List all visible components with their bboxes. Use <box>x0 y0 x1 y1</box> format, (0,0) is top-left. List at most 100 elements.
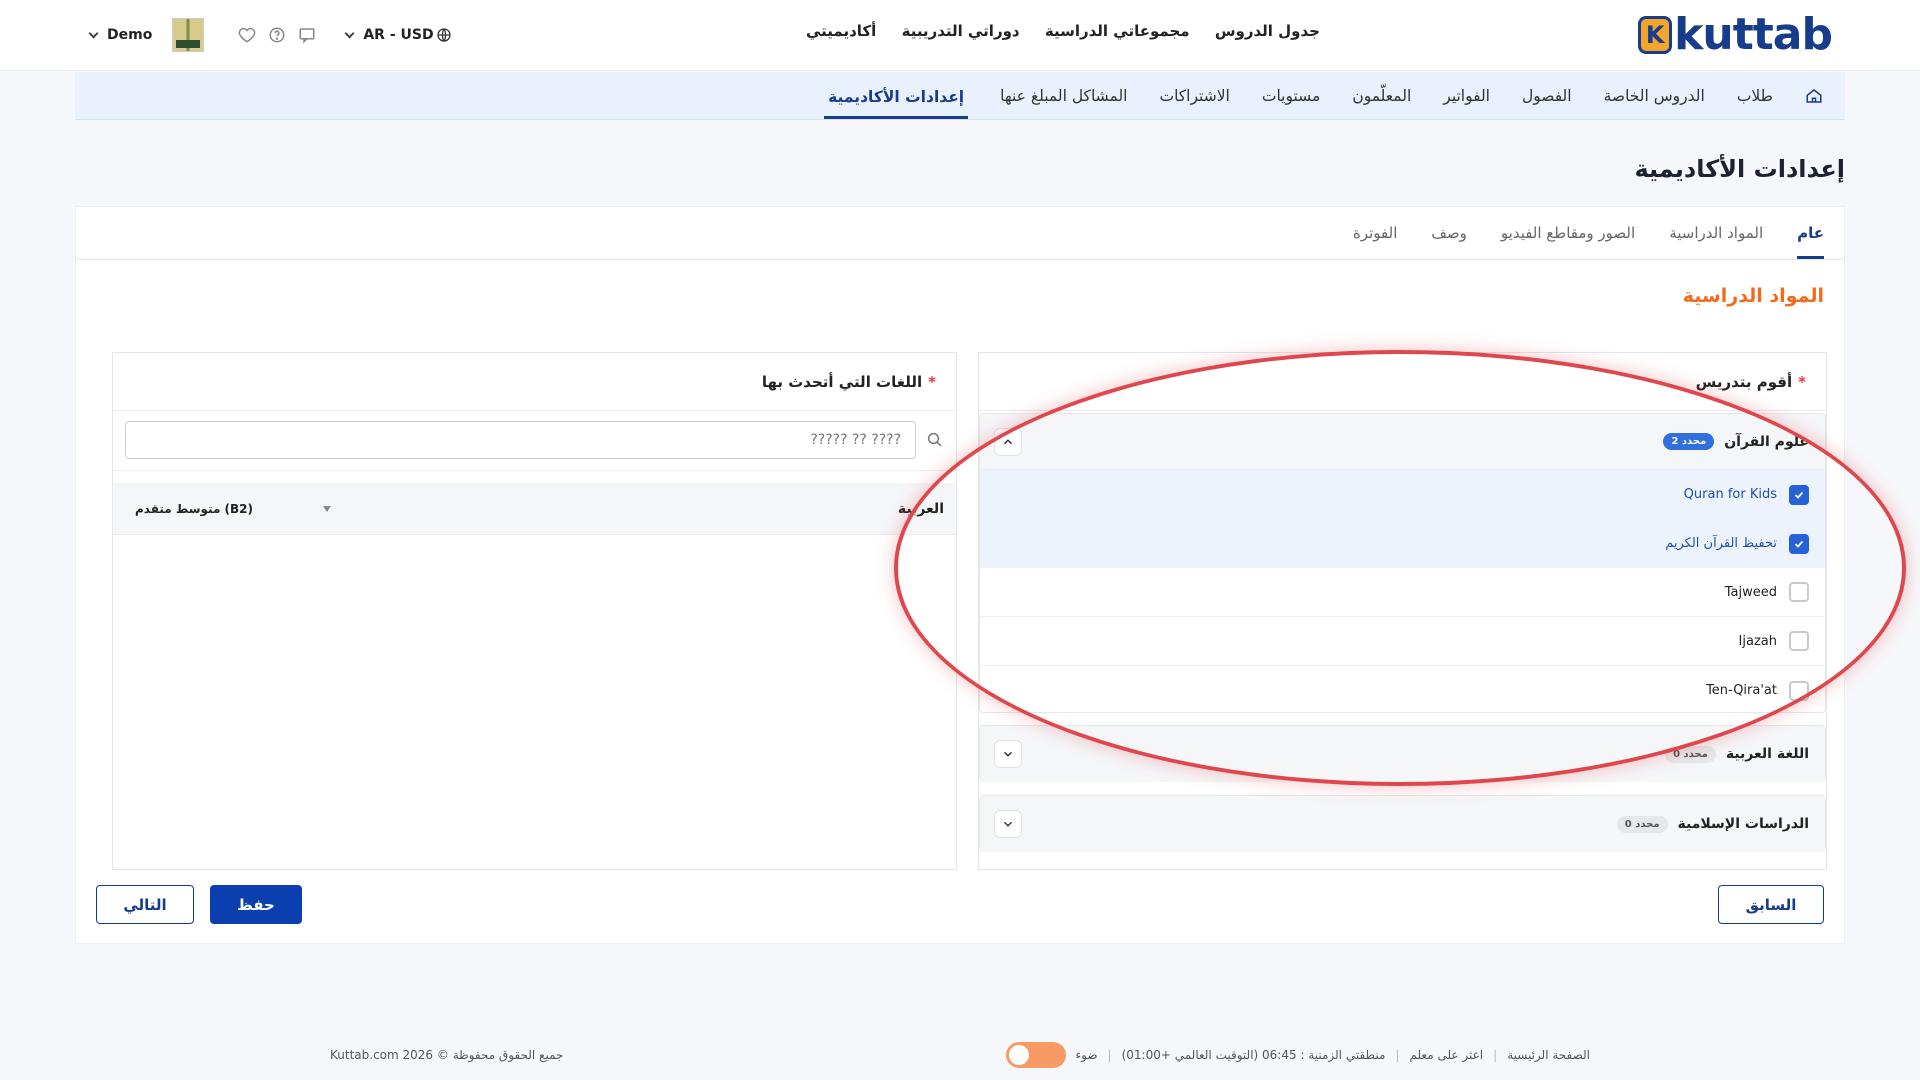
topnav-study-groups[interactable]: مجموعاتي الدراسية <box>1045 22 1190 40</box>
selected-count-badge: 2 محدد <box>1663 433 1715 450</box>
subnav-private-lessons[interactable]: الدروس الخاصة <box>1604 72 1705 120</box>
currency-label: AR - USD <box>363 27 434 43</box>
checkbox[interactable] <box>1789 582 1809 602</box>
tab-subjects[interactable]: المواد الدراسية <box>1669 207 1763 259</box>
check-icon <box>1794 540 1804 548</box>
copyright: Kuttab.com 2026 © جميع الحقوق محفوظة <box>330 1048 564 1062</box>
group-title: علوم القرآن <box>1724 433 1809 450</box>
option-tahfeez[interactable]: تحفيظ القرآن الكريم <box>980 519 1825 568</box>
chat-icon[interactable] <box>298 26 316 44</box>
footer-light-label: ضوء <box>1075 1048 1098 1062</box>
expand-button[interactable] <box>994 740 1022 768</box>
collapse-button[interactable] <box>994 427 1022 456</box>
language-name: العربية <box>897 500 944 517</box>
subject-group-quran: 2 محدد علوم القرآن Quran for Kids تحفيظ … <box>979 413 1826 713</box>
footer-timezone[interactable]: منطقتي الزمنية : 06:45 (التوقيت العالمي … <box>1122 1048 1386 1062</box>
teaching-subjects-panel: أقوم بتدريس * 2 محدد علوم القرآن Quran f… <box>978 352 1827 870</box>
group-title: اللغة العربية <box>1725 746 1809 762</box>
chevron-down-icon <box>1003 751 1013 757</box>
group-title: الدراسات الإسلامية <box>1677 816 1809 832</box>
separator: | <box>1493 1048 1498 1062</box>
teaching-heading-text: أقوم بتدريس <box>1695 372 1793 391</box>
kuttab-logo[interactable]: K kuttab <box>1638 12 1833 58</box>
option-quran-for-kids[interactable]: Quran for Kids <box>980 470 1825 519</box>
option-label: تحفيظ القرآن الكريم <box>1665 536 1777 551</box>
teaching-heading: أقوم بتدريس * <box>979 353 1826 411</box>
option-ijazah[interactable]: Ijazah <box>980 617 1825 666</box>
footer-links: الصفحة الرئيسية | اعثر على معلم | منطقتي… <box>1005 1040 1590 1070</box>
currency-chevron-icon <box>344 28 355 38</box>
previous-button[interactable]: السابق <box>1718 885 1824 924</box>
top-navigation: جدول الدروس مجموعاتي الدراسية دوراتي الت… <box>806 22 1320 40</box>
tab-general[interactable]: عام <box>1797 207 1824 259</box>
footer-home-link[interactable]: الصفحة الرئيسية <box>1507 1048 1590 1062</box>
subnav-reported-issues[interactable]: المشاكل المبلغ عنها <box>1000 72 1127 120</box>
language-search-input[interactable] <box>125 421 916 459</box>
dropdown-caret-icon <box>323 505 332 512</box>
languages-panel: اللغات التي أتحدث بها * متوسط متقدم (B2)… <box>112 352 957 870</box>
required-mark: * <box>1798 372 1806 391</box>
logo-mark-icon: K <box>1638 16 1673 54</box>
language-row: متوسط متقدم (B2) العربية <box>113 483 956 535</box>
subnav-students[interactable]: طلاب <box>1737 72 1773 120</box>
expand-button[interactable] <box>994 810 1022 838</box>
page-title: إعدادات الأكاديمية <box>1634 155 1845 183</box>
chevron-down-icon <box>1003 821 1013 827</box>
currency-language-selector[interactable]: AR - USD <box>344 27 451 43</box>
topnav-training-courses[interactable]: دوراتي التدريبية <box>902 22 1020 40</box>
separator: | <box>1395 1048 1400 1062</box>
academy-subnav: طلاب الدروس الخاصة الفصول الفواتير المعل… <box>75 72 1845 120</box>
option-label: Ijazah <box>1738 633 1777 649</box>
subnav-teachers[interactable]: المعلّمون <box>1352 72 1411 120</box>
group-header[interactable]: 0 محدد الدراسات الإسلامية <box>980 796 1825 852</box>
next-button[interactable]: التالي <box>96 885 194 924</box>
option-label: Ten-Qira'at <box>1706 683 1777 698</box>
languages-heading: اللغات التي أتحدث بها * <box>113 353 956 411</box>
subnav-subscriptions[interactable]: الاشتراكات <box>1159 72 1229 120</box>
chevron-up-icon <box>1003 438 1013 444</box>
settings-tabs: عام المواد الدراسية الصور ومقاطع الفيديو… <box>1353 207 1824 259</box>
help-icon[interactable] <box>268 26 286 44</box>
checkbox-checked[interactable] <box>1789 484 1809 505</box>
subnav-academy-settings[interactable]: إعدادات الأكاديمية <box>824 78 969 119</box>
option-label: Quran for Kids <box>1683 487 1777 502</box>
required-mark: * <box>928 372 936 391</box>
subnav-levels[interactable]: مستويات <box>1262 72 1320 120</box>
avatar[interactable] <box>172 18 205 52</box>
topnav-lesson-schedule[interactable]: جدول الدروس <box>1215 22 1320 40</box>
group-header[interactable]: 2 محدد علوم القرآن <box>980 414 1825 470</box>
home-icon[interactable] <box>1805 87 1823 105</box>
tab-description[interactable]: وصف <box>1431 207 1467 259</box>
check-icon <box>1794 491 1804 499</box>
theme-toggle[interactable] <box>1005 1042 1066 1068</box>
subject-group-islamic-studies: 0 محدد الدراسات الإسلامية <box>979 795 1826 852</box>
heart-icon[interactable] <box>238 26 256 44</box>
header-icons <box>238 26 316 44</box>
user-area: Demo AR - USD <box>88 14 452 56</box>
option-tajweed[interactable]: Tajweed <box>980 568 1825 617</box>
checkbox[interactable] <box>1789 680 1809 701</box>
checkbox[interactable] <box>1789 631 1809 651</box>
option-ten-qiraat[interactable]: Ten-Qira'at <box>980 666 1825 712</box>
footer: الصفحة الرئيسية | اعثر على معلم | منطقتي… <box>0 1040 1920 1070</box>
search-icon[interactable] <box>926 431 944 449</box>
section-title: المواد الدراسية <box>1682 285 1824 307</box>
user-name[interactable]: Demo <box>107 27 152 43</box>
checkbox-checked[interactable] <box>1789 533 1809 554</box>
option-label: Tajweed <box>1724 584 1777 600</box>
selected-count-badge: 0 محدد <box>1665 745 1716 763</box>
topnav-my-academy[interactable]: أكاديميتي <box>806 22 876 40</box>
top-header: K kuttab جدول الدروس مجموعاتي الدراسية د… <box>0 0 1920 71</box>
save-button[interactable]: حفظ <box>210 885 302 924</box>
tab-billing[interactable]: الفوترة <box>1353 207 1397 259</box>
settings-card: عام المواد الدراسية الصور ومقاطع الفيديو… <box>75 206 1845 944</box>
tab-media[interactable]: الصور ومقاطع الفيديو <box>1501 207 1635 259</box>
selected-count-badge: 0 محدد <box>1616 815 1668 833</box>
group-header[interactable]: 0 محدد اللغة العربية <box>980 726 1825 782</box>
level-value: متوسط متقدم (B2) <box>135 501 254 516</box>
user-menu-chevron-icon[interactable] <box>88 28 99 38</box>
subnav-classes[interactable]: الفصول <box>1522 72 1572 120</box>
level-select[interactable]: متوسط متقدم (B2) <box>135 501 332 516</box>
footer-find-teacher-link[interactable]: اعثر على معلم <box>1409 1048 1483 1062</box>
subnav-invoices[interactable]: الفواتير <box>1443 72 1490 120</box>
